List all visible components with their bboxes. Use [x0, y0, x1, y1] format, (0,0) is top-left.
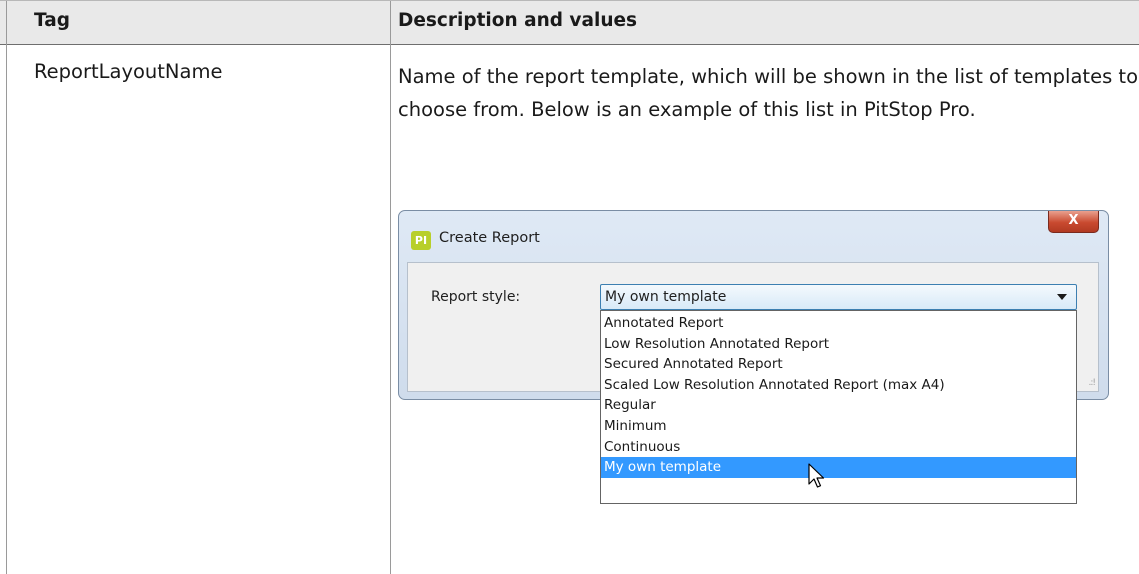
- table-left-border: [6, 1, 7, 574]
- report-style-label: Report style:: [431, 289, 521, 305]
- option-continuous[interactable]: Continuous: [601, 437, 1076, 458]
- table-column-divider: [390, 1, 391, 574]
- close-icon: X: [1068, 213, 1079, 228]
- mouse-pointer-icon: [808, 463, 825, 488]
- option-regular[interactable]: Regular: [601, 395, 1076, 416]
- resize-grip-icon[interactable]: .:!: [1088, 378, 1095, 388]
- option-minimum[interactable]: Minimum: [601, 416, 1076, 437]
- table-row-tag: ReportLayoutName: [34, 60, 223, 83]
- option-secured-annotated-report[interactable]: Secured Annotated Report: [601, 354, 1076, 375]
- table-row-description: Name of the report template, which will …: [398, 65, 1139, 121]
- option-low-resolution-annotated-report[interactable]: Low Resolution Annotated Report: [601, 334, 1076, 355]
- report-style-selected-value: My own template: [605, 289, 727, 305]
- report-style-dropdown[interactable]: My own template: [600, 284, 1077, 310]
- column-header-tag: Tag: [34, 10, 70, 31]
- option-scaled-low-resolution-annotated-report[interactable]: Scaled Low Resolution Annotated Report (…: [601, 375, 1076, 396]
- dropdown-arrow-icon[interactable]: [1057, 294, 1067, 300]
- pitstop-app-icon: PI: [411, 231, 431, 250]
- close-button[interactable]: X: [1048, 211, 1099, 233]
- option-annotated-report[interactable]: Annotated Report: [601, 313, 1076, 334]
- column-header-description: Description and values: [398, 10, 638, 31]
- report-style-options-list[interactable]: Annotated Report Low Resolution Annotate…: [600, 310, 1077, 504]
- option-my-own-template[interactable]: My own template: [601, 457, 1076, 478]
- table-header-rule: [0, 44, 1139, 45]
- dialog-title: Create Report: [439, 230, 540, 246]
